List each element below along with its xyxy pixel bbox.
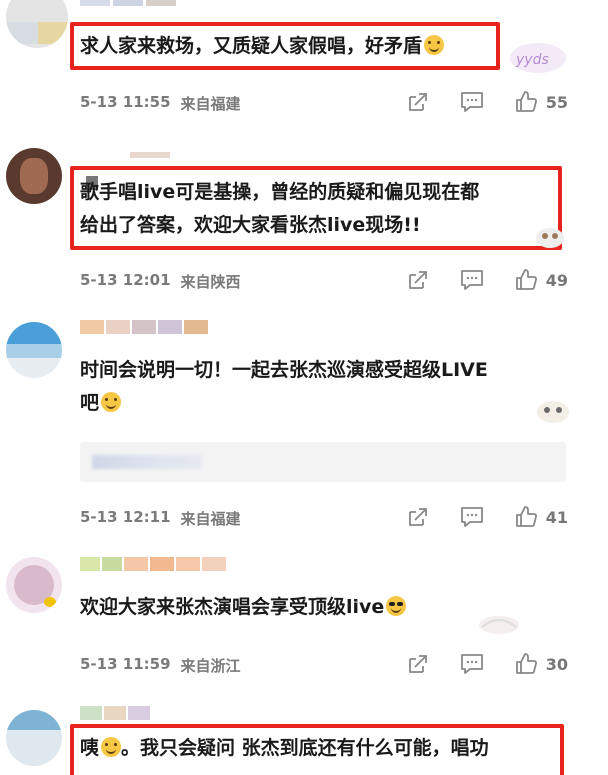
comment-item: 求人家来救场，又质疑人家假唱，好矛盾 yyds 5-13 11:55 来自福建 … [0,0,608,130]
username-blurred [80,706,150,720]
share-icon[interactable] [406,505,430,529]
reply-preview-blurred [92,455,202,469]
share-icon[interactable] [406,652,430,676]
like-count: 30 [545,654,568,674]
thumbs-up-icon[interactable] [514,268,538,292]
comment-location: 来自陕西 [180,273,241,291]
cartoon-sticker [530,220,570,250]
comment-text: 求人家来救场，又质疑人家假唱，好矛盾 [80,30,445,63]
avatar[interactable] [6,148,62,204]
comment-icon[interactable] [460,90,484,114]
share-icon[interactable] [406,268,430,292]
svg-text:yyds: yyds [515,52,549,68]
avatar[interactable] [6,557,62,613]
comment-actions: 41 [376,505,568,529]
username-blurred [80,320,208,334]
comment-actions: 55 [376,90,568,114]
like-count: 41 [545,507,568,527]
avatar[interactable] [6,0,68,48]
comment-actions: 30 [376,652,568,676]
watermark-sticker: yyds [508,40,568,74]
comment-location: 来自福建 [180,95,241,113]
thumbs-up-icon[interactable] [514,505,538,529]
comment-icon[interactable] [460,505,484,529]
comment-text: 时间会说明一切！一起去张杰巡演感受超级LIVE 吧 [80,359,488,414]
comment-item: 时间会说明一切！一起去张杰巡演感受超级LIVE 吧 5-13 12:11 来自福… [0,310,608,540]
comment-icon[interactable] [460,652,484,676]
thumbs-up-icon[interactable] [514,90,538,114]
comment-date: 5-13 11:55 [80,93,171,111]
comment-text: 欢迎大家来张杰演唱会享受顶级live [80,591,407,624]
comment-actions: 49 [376,268,568,292]
laughing-emoji-icon [101,392,122,412]
share-icon[interactable] [406,90,430,114]
comment-meta: 5-13 11:55 来自福建 [80,93,241,114]
comment-date: 5-13 11:59 [80,655,171,673]
avatar[interactable] [6,322,62,378]
sunglasses-emoji-icon [386,596,407,616]
cartoon-sticker [532,396,574,426]
comment-location: 来自浙江 [180,657,241,675]
comment-item: 欢迎大家来张杰演唱会享受顶级live 5-13 11:59 来自浙江 30 [0,545,608,695]
like-count: 55 [545,92,568,112]
comment-location: 来自福建 [180,510,241,528]
thumbs-up-icon[interactable] [514,652,538,676]
like-count: 49 [545,270,568,290]
grinning-emoji-icon [424,35,445,55]
avatar[interactable] [6,710,62,766]
cartoon-sticker [476,607,522,637]
sweat-emoji-icon [101,737,122,757]
comment-item: 歌手唱live可是基操，曾经的质疑和偏见现在都 给出了答案，欢迎大家看张杰liv… [0,140,608,310]
reply-preview[interactable] [80,442,566,482]
comment-item: 咦。我只会疑问 张杰到底还有什么可能，唱功 [0,700,608,775]
comment-meta: 5-13 11:59 来自浙江 [80,655,241,676]
comment-meta: 5-13 12:01 来自陕西 [80,271,241,292]
comment-text: 咦。我只会疑问 张杰到底还有什么可能，唱功 [80,737,489,759]
comment-icon[interactable] [460,268,484,292]
comment-date: 5-13 12:01 [80,271,171,289]
comment-meta: 5-13 12:11 来自福建 [80,508,241,529]
comment-date: 5-13 12:11 [80,508,171,526]
comment-text: 歌手唱live可是基操，曾经的质疑和偏见现在都 给出了答案，欢迎大家看张杰liv… [80,181,480,236]
username-blurred [80,557,226,571]
